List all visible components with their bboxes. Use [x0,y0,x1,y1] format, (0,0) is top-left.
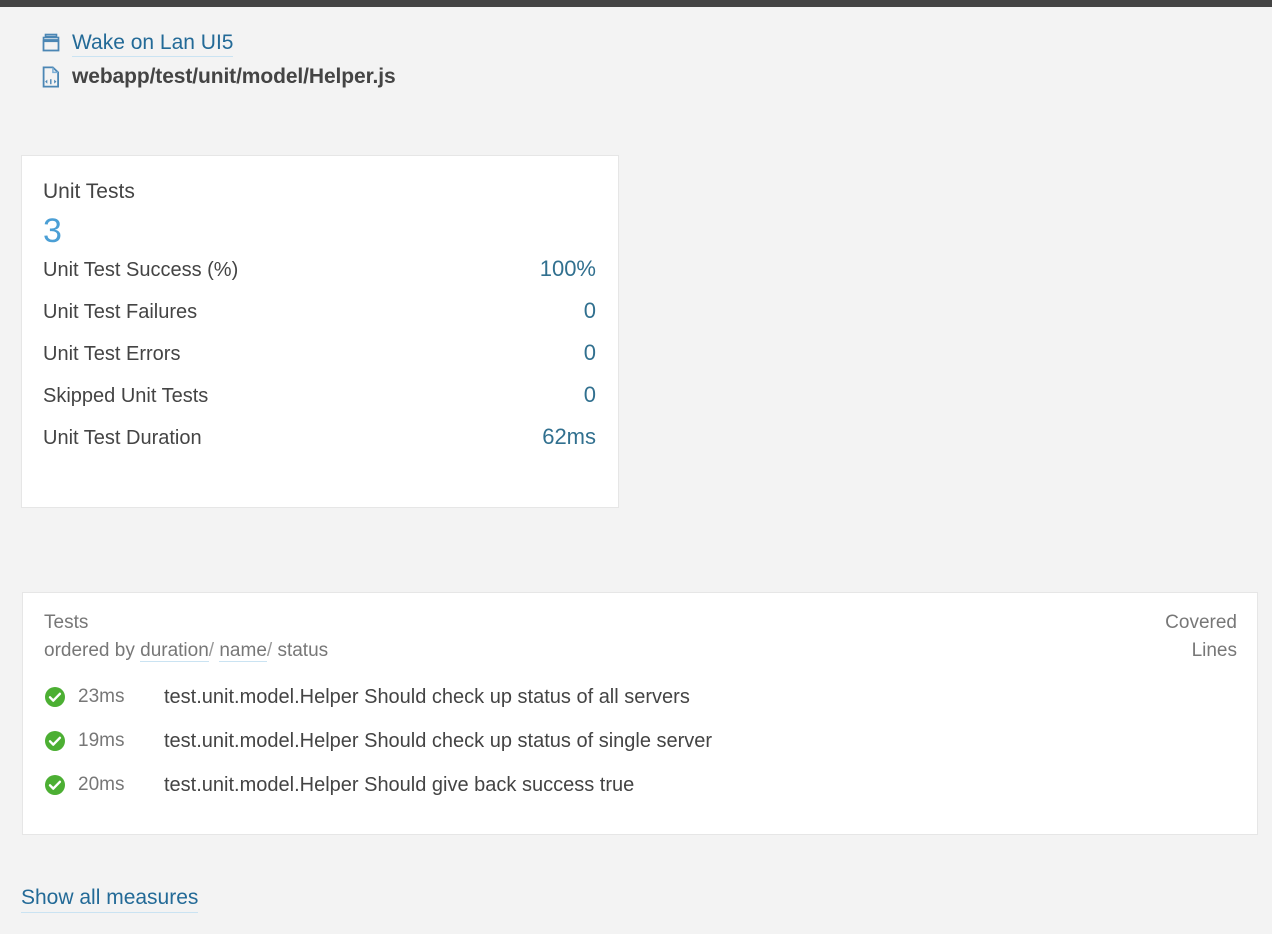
ordered-by-label: ordered by [44,640,135,661]
sort-by-status-label: status [277,640,329,661]
code-file-icon [40,66,62,88]
sort-separator: / [208,640,215,661]
test-name: test.unit.model.Helper Should check up s… [164,685,690,708]
measure-label: Skipped Unit Tests [43,385,209,407]
unit-tests-measures-card: Unit Tests 3 Unit Test Success (%) 100% … [21,155,619,508]
check-circle-icon [44,774,66,796]
measure-row: Unit Test Duration 62ms [43,424,596,466]
measure-list: Unit Test Success (%) 100% Unit Test Fai… [43,256,596,466]
test-row[interactable]: 19ms test.unit.model.Helper Should check… [44,719,1237,763]
check-circle-icon [44,686,66,708]
test-row[interactable]: 20ms test.unit.model.Helper Should give … [44,763,1237,807]
test-row[interactable]: 23ms test.unit.model.Helper Should check… [44,675,1237,719]
unit-tests-count-value[interactable]: 3 [43,210,62,252]
sort-by-duration-link[interactable]: duration [140,640,209,662]
tests-header-left: Tests ordered by duration/ name/ status [44,609,328,665]
breadcrumb-file-name: webapp/test/unit/model/Helper.js [72,65,396,88]
test-duration: 20ms [78,774,125,795]
covered-lines-header-line2: Lines [1191,640,1237,661]
breadcrumb: Wake on Lan UI5 webapp/test/unit/model/H… [40,28,1040,92]
tests-title: Tests [44,612,89,633]
measure-value[interactable]: 0 [584,382,596,408]
measure-label: Unit Test Duration [43,427,202,449]
measure-row: Unit Test Success (%) 100% [43,256,596,298]
breadcrumb-project-row: Wake on Lan UI5 [40,28,1040,58]
measure-value[interactable]: 62ms [542,424,596,450]
measure-label: Unit Test Errors [43,343,181,365]
card-title: Unit Tests [43,180,135,203]
measure-value[interactable]: 100% [540,256,596,282]
measure-value[interactable]: 0 [584,298,596,324]
drawer-icon [40,32,62,54]
measure-value[interactable]: 0 [584,340,596,366]
sort-by-name-link[interactable]: name [219,640,267,662]
measure-label: Unit Test Failures [43,301,198,323]
measure-label: Unit Test Success (%) [43,259,239,281]
check-circle-icon [44,730,66,752]
covered-lines-header: Covered Lines [1165,609,1237,665]
sort-separator: / [266,640,273,661]
tests-panel-header: Tests ordered by duration/ name/ status … [44,609,1237,665]
breadcrumb-file-row: webapp/test/unit/model/Helper.js [40,62,1040,92]
measure-row: Skipped Unit Tests 0 [43,382,596,424]
breadcrumb-project-link[interactable]: Wake on Lan UI5 [72,30,234,57]
test-duration: 19ms [78,730,125,751]
tests-panel: Tests ordered by duration/ name/ status … [22,592,1258,835]
measure-row: Unit Test Failures 0 [43,298,596,340]
test-name: test.unit.model.Helper Should give back … [164,773,635,796]
show-all-measures-link[interactable]: Show all measures [21,884,199,913]
covered-lines-header-line1: Covered [1165,612,1237,633]
test-list: 23ms test.unit.model.Helper Should check… [44,675,1237,807]
tests-sort-row: ordered by duration/ name/ status [44,637,328,665]
measure-row: Unit Test Errors 0 [43,340,596,382]
test-name: test.unit.model.Helper Should check up s… [164,729,713,752]
test-duration: 23ms [78,686,125,707]
top-bar [0,0,1272,7]
